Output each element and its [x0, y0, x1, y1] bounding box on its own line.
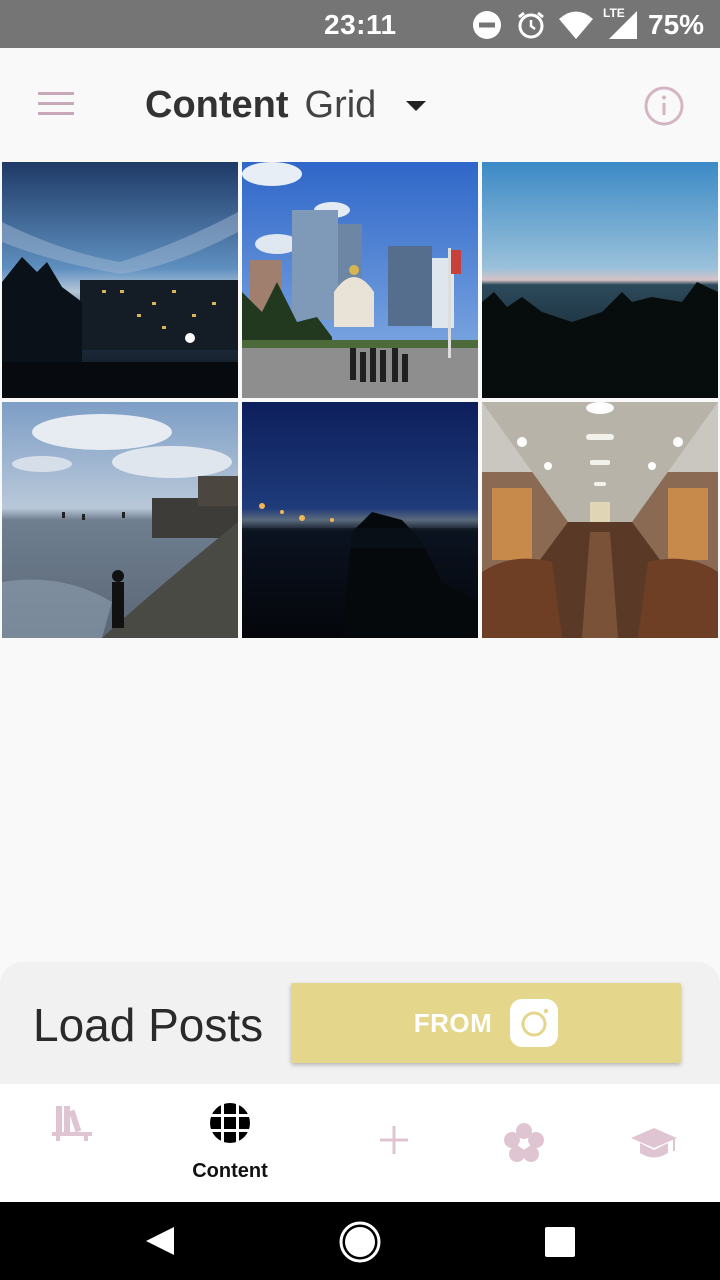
- grid-photo[interactable]: [482, 402, 718, 638]
- battery-level: 75%: [648, 9, 705, 40]
- flower-icon: [504, 1123, 544, 1162]
- back-button[interactable]: [110, 1202, 210, 1280]
- nav-item-add[interactable]: [322, 1084, 466, 1202]
- recents-icon: [545, 1227, 575, 1257]
- load-posts-label: Load Posts: [33, 999, 264, 1051]
- grid-photo[interactable]: [242, 402, 478, 638]
- plus-icon: [380, 1126, 408, 1154]
- grid-photo[interactable]: [482, 162, 718, 398]
- content-grid: [2, 162, 718, 638]
- home-icon: [339, 1221, 381, 1263]
- recents-button[interactable]: [510, 1202, 610, 1280]
- nav-item-library[interactable]: [0, 1084, 144, 1202]
- from-label: FROM: [413, 1007, 493, 1038]
- info-icon: [644, 86, 684, 126]
- nav-item-inspiration[interactable]: [452, 1084, 596, 1202]
- photo-image: [2, 162, 238, 398]
- library-icon: [52, 1106, 92, 1141]
- app-bar: Content Grid: [0, 48, 720, 160]
- clock: 23:11: [324, 9, 397, 40]
- load-from-instagram-button[interactable]: FROM: [291, 983, 681, 1063]
- menu-button[interactable]: [30, 86, 82, 122]
- load-posts-panel: Load Posts FROM: [0, 962, 720, 1084]
- status-bar: 23:11 LTE 75%: [0, 0, 720, 48]
- signal-icon: [609, 11, 637, 39]
- hamburger-menu-icon: [38, 92, 74, 115]
- instagram-icon: [510, 999, 559, 1047]
- photo-image: [482, 402, 718, 638]
- bottom-navigation: Content: [0, 1084, 720, 1202]
- grid-icon: [209, 1102, 251, 1144]
- home-button[interactable]: [310, 1202, 410, 1280]
- do-not-disturb-icon: [473, 11, 501, 39]
- page-title: Content: [145, 84, 289, 126]
- photo-image: [2, 402, 238, 638]
- grid-photo[interactable]: [242, 162, 478, 398]
- wifi-icon: [559, 11, 593, 39]
- info-button[interactable]: [642, 84, 686, 128]
- back-icon: [146, 1227, 174, 1255]
- alarm-icon: [518, 11, 544, 39]
- nav-label-content: Content: [192, 1160, 268, 1182]
- photo-image: [242, 402, 478, 638]
- photo-image: [482, 162, 718, 398]
- grid-photo[interactable]: [2, 162, 238, 398]
- nav-item-learn[interactable]: [582, 1084, 720, 1202]
- view-selector[interactable]: Content Grid: [145, 84, 427, 127]
- photo-image: [242, 162, 478, 398]
- grid-photo[interactable]: [2, 402, 238, 638]
- nav-item-content[interactable]: Content: [158, 1084, 302, 1202]
- system-navigation-bar: [0, 1202, 720, 1280]
- graduation-cap-icon: [631, 1128, 677, 1158]
- view-mode-label: Grid: [304, 84, 377, 126]
- caret-down-icon: [406, 100, 427, 111]
